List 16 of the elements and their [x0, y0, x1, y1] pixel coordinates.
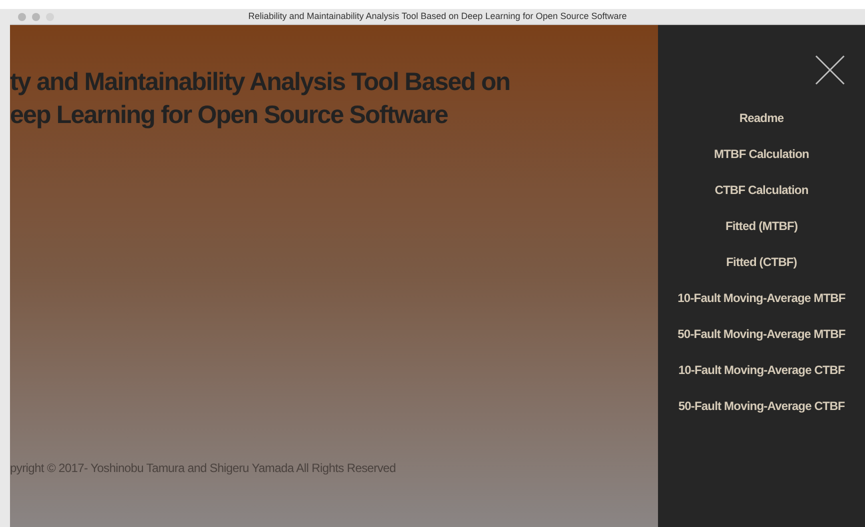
menu-item[interactable]: Fitted (MTBF) — [725, 217, 798, 235]
heading-text: ty and Maintainability Analysis Tool Based on — [10, 67, 511, 98]
copyright-text: pyright © 2017- Yoshinobu Tamura and Shigeru Yamada All Rights Reserved — [10, 460, 397, 477]
menu-item[interactable]: 50-Fault Moving-Average MTBF — [678, 325, 846, 343]
window-title: Reliability and Maintainability Analysis Tool Based on Deep Learning for Open Source Software — [248, 12, 627, 21]
close-icon[interactable] — [815, 55, 845, 85]
menu-item[interactable]: 10-Fault Moving-Average MTBF — [678, 289, 846, 307]
menu-item[interactable]: MTBF Calculation — [714, 145, 809, 163]
menu-item[interactable]: Fitted (CTBF) — [726, 253, 797, 271]
menu-item[interactable]: 10-Fault Moving-Average CTBF — [678, 361, 845, 379]
menu-item[interactable]: CTBF Calculation — [714, 181, 808, 199]
minimize-window-button[interactable] — [32, 13, 40, 21]
menu-item[interactable]: 50-Fault Moving-Average CTBF — [678, 397, 845, 415]
menu-item[interactable]: Readme — [739, 109, 784, 127]
close-window-button[interactable] — [18, 13, 26, 21]
heading-text: eep Learning for Open Source Software — [10, 100, 449, 131]
